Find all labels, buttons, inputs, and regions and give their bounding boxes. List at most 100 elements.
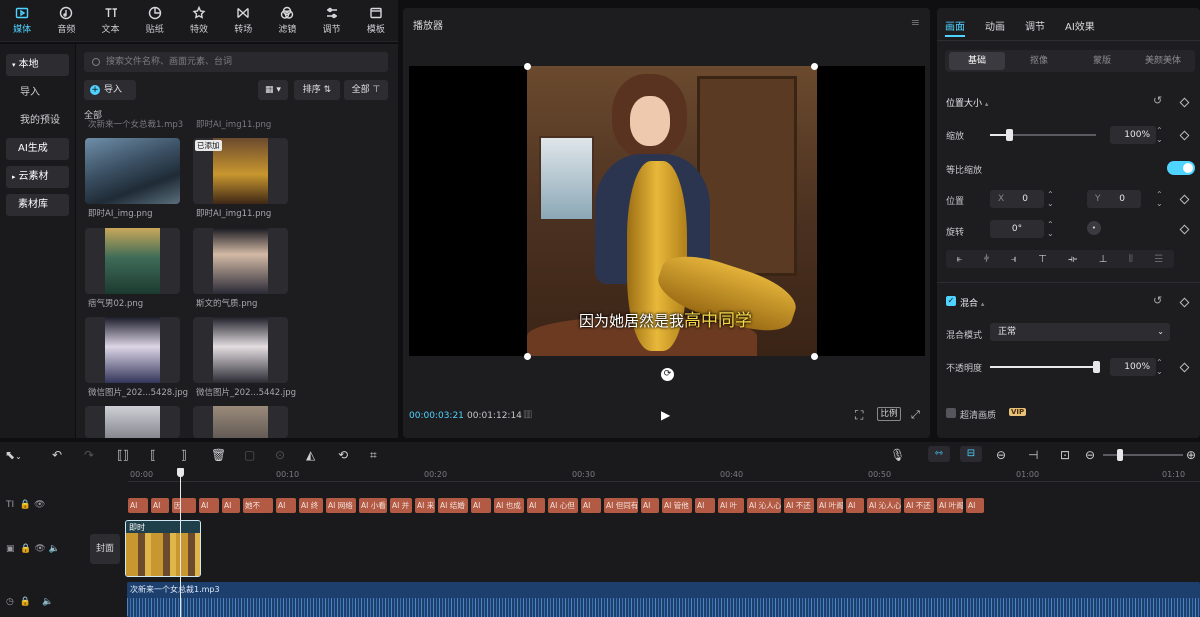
undo-icon[interactable]: ↶ xyxy=(52,448,62,462)
align-center-h-icon[interactable]: ⫩ xyxy=(984,254,990,265)
stepper-icon[interactable]: ⌃ ⌄ xyxy=(1047,190,1054,208)
media-thumb[interactable] xyxy=(85,138,180,204)
stepper-icon[interactable]: ⌃ ⌄ xyxy=(1156,190,1163,208)
opacity-value-field[interactable]: 100% xyxy=(1110,358,1156,376)
text-clip[interactable]: AI 不还 xyxy=(784,498,814,513)
text-clip[interactable]: AI 叶阁 xyxy=(937,498,963,513)
time-ruler[interactable]: 00:00 00:10 00:20 00:30 00:40 00:50 01:0… xyxy=(128,468,1200,482)
text-clip[interactable]: AI 也成 xyxy=(494,498,524,513)
scale-slider-knob[interactable] xyxy=(1006,129,1014,141)
nav-ai-generate[interactable]: AI生成 xyxy=(6,138,69,160)
lock-icon[interactable]: 🔒 xyxy=(20,500,31,510)
import-button[interactable]: + 导入 xyxy=(84,80,136,100)
redo-icon[interactable]: ↷ xyxy=(84,448,94,462)
text-clip[interactable]: AI 不还 xyxy=(904,498,934,513)
text-clip[interactable]: AI xyxy=(581,498,601,513)
stepper-icon[interactable]: ⌃ ⌄ xyxy=(1156,358,1163,376)
video-frame[interactable]: 因为她居然是我高中同学 xyxy=(527,66,817,356)
cover-button[interactable]: 封面 xyxy=(90,534,120,564)
rotate-dial-icon[interactable]: • xyxy=(1087,221,1101,235)
nav-my-presets[interactable]: 我的预设 xyxy=(6,110,69,132)
playhead[interactable] xyxy=(180,468,181,617)
eye-icon[interactable]: 👁 xyxy=(34,500,45,510)
segment-mask[interactable]: 蒙版 xyxy=(1072,52,1132,70)
media-thumb[interactable] xyxy=(85,228,180,294)
text-clip[interactable]: AI 小看 xyxy=(359,498,387,513)
freeze-icon[interactable]: ▢ xyxy=(244,448,255,462)
text-clip[interactable]: 因 xyxy=(172,498,196,513)
preview-axis-icon[interactable]: ⊣ xyxy=(1028,448,1038,462)
media-thumb[interactable] xyxy=(85,317,180,383)
reset-icon[interactable]: ↺ xyxy=(1153,94,1162,107)
keyframe-icon[interactable] xyxy=(1179,194,1190,205)
text-clip[interactable]: AI xyxy=(471,498,491,513)
align-bottom-icon[interactable]: ⊥ xyxy=(1099,254,1108,265)
text-clip[interactable]: AI xyxy=(846,498,864,513)
text-clip[interactable]: AI 终 xyxy=(299,498,323,513)
tool-effects[interactable]: 特效 xyxy=(177,6,221,35)
hdr-checkbox[interactable] xyxy=(946,408,956,418)
text-clip[interactable]: AI xyxy=(527,498,545,513)
microphone-icon[interactable]: 🎙 xyxy=(890,448,905,462)
keyframe-icon[interactable] xyxy=(1179,362,1190,373)
stepper-icon[interactable]: ⌃ ⌄ xyxy=(1156,126,1163,144)
zoom-slider[interactable] xyxy=(1103,454,1183,456)
text-clip[interactable]: AI 沁人心 xyxy=(867,498,901,513)
distribute-v-icon[interactable]: ☰ xyxy=(1154,254,1163,265)
text-clip[interactable]: AI 沁人心 xyxy=(747,498,781,513)
align-left-icon[interactable]: ⫦ xyxy=(957,254,963,265)
zoom-out-icon[interactable]: ⊖ xyxy=(1085,448,1095,462)
rotate-field[interactable]: 0° xyxy=(990,220,1044,238)
fit-screen-icon[interactable]: ⛶ xyxy=(855,408,863,423)
search-input[interactable]: 搜索文件名称、画面元素、台词 xyxy=(84,52,388,72)
text-clip[interactable]: AI 网络 xyxy=(326,498,356,513)
resize-handle-tl[interactable] xyxy=(524,63,531,70)
keyframe-icon[interactable] xyxy=(1179,297,1190,308)
marker-icon[interactable]: ⊡ xyxy=(1060,448,1070,462)
media-thumb[interactable]: 已添加 xyxy=(193,138,288,204)
tool-media[interactable]: 媒体 xyxy=(0,6,44,35)
play-button[interactable]: ▶ xyxy=(661,408,670,422)
fullscreen-icon[interactable]: ⤢ xyxy=(911,408,920,422)
tool-text[interactable]: 文本 xyxy=(89,6,133,35)
linkage-icon[interactable]: ⊖ xyxy=(996,448,1006,462)
rotate-handle-icon[interactable]: ⟳ xyxy=(661,368,674,381)
text-clip[interactable]: AI xyxy=(151,498,169,513)
text-clip[interactable]: AI xyxy=(222,498,240,513)
snap-toggle[interactable]: ⊟ xyxy=(960,446,982,462)
opacity-slider-knob[interactable] xyxy=(1093,361,1100,373)
tab-adjust[interactable]: 调节 xyxy=(1025,18,1045,33)
tool-transition[interactable]: 转场 xyxy=(221,6,265,35)
media-thumb[interactable] xyxy=(193,406,288,438)
split-right-icon[interactable]: ⟧ xyxy=(181,448,187,462)
tool-template[interactable]: 模板 xyxy=(354,6,398,35)
text-clip[interactable]: AI 叶 xyxy=(718,498,744,513)
keyframe-icon[interactable] xyxy=(1179,97,1190,108)
crop-icon[interactable]: ⌗ xyxy=(370,448,377,463)
select-tool-icon[interactable]: ⬉⌄ xyxy=(5,448,22,462)
eye-icon[interactable]: 👁 xyxy=(34,544,45,554)
split-left-icon[interactable]: ⟦ xyxy=(150,448,156,462)
text-clip[interactable]: AI xyxy=(641,498,659,513)
split-icon[interactable]: ⟦⟧ xyxy=(117,448,129,462)
speaker-icon[interactable]: 🔈 xyxy=(49,544,60,554)
tab-ai-effects[interactable]: AI效果 xyxy=(1065,18,1095,33)
text-clip[interactable]: AI xyxy=(199,498,219,513)
nav-local[interactable]: ▾ 本地 xyxy=(6,54,69,76)
video-clip[interactable]: 即时AI_img11.png xyxy=(125,520,201,577)
menu-icon[interactable]: ≡ xyxy=(911,16,920,29)
playhead-handle[interactable] xyxy=(177,468,184,477)
video-viewport[interactable]: 因为她居然是我高中同学 xyxy=(409,63,925,360)
rotate-icon[interactable]: ⟲ xyxy=(338,448,348,462)
resize-handle-br[interactable] xyxy=(811,353,818,360)
tab-animation[interactable]: 动画 xyxy=(985,18,1005,33)
blend-checkbox[interactable]: ✓ xyxy=(946,296,956,306)
keyframe-icon[interactable] xyxy=(1179,130,1190,141)
text-clip[interactable]: AI 心但 xyxy=(548,498,578,513)
tool-sticker[interactable]: 贴纸 xyxy=(133,6,177,35)
position-y-field[interactable]: Y0 xyxy=(1087,190,1141,208)
text-clip[interactable]: AI 管他 xyxy=(662,498,692,513)
uniform-scale-toggle[interactable] xyxy=(1167,161,1195,175)
text-clip[interactable]: AI 来 xyxy=(415,498,435,513)
resize-handle-tr[interactable] xyxy=(811,63,818,70)
